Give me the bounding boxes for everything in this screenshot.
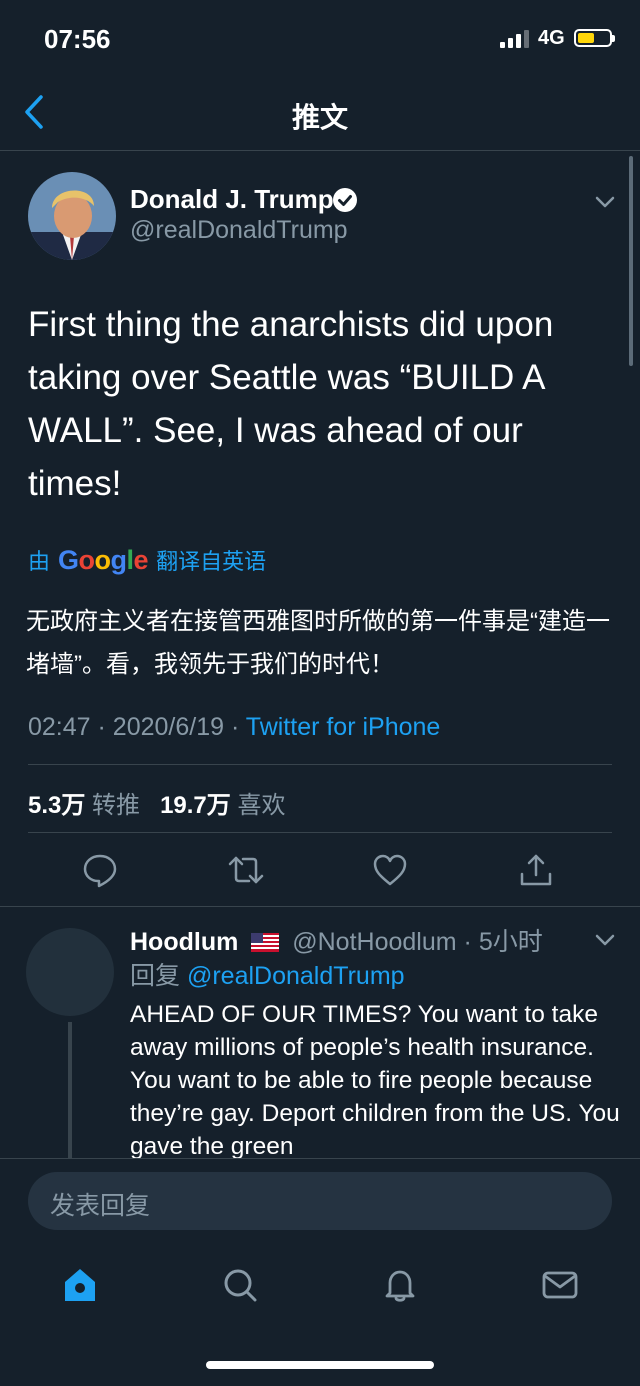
reply-avatar[interactable] bbox=[26, 928, 114, 1016]
reply-author-name[interactable]: Hoodlum bbox=[130, 928, 238, 956]
cellular-signal-icon bbox=[500, 30, 529, 48]
translation-suffix: 翻译自英语 bbox=[156, 549, 267, 574]
chevron-down-icon[interactable] bbox=[594, 194, 616, 210]
stats-divider bbox=[28, 832, 612, 833]
meta-divider bbox=[28, 764, 612, 765]
retweet-label[interactable]: 转推 bbox=[92, 792, 140, 819]
reply-context: 回复 @realDonaldTrump bbox=[130, 956, 405, 992]
reply-label: 回复 bbox=[130, 962, 181, 990]
translation-prefix: 由 bbox=[28, 549, 51, 574]
scrollbar[interactable] bbox=[629, 156, 633, 366]
tweet-source[interactable]: Twitter for iPhone bbox=[246, 713, 441, 741]
chevron-down-icon[interactable] bbox=[594, 932, 616, 948]
reply-composer[interactable]: 发表回复 bbox=[28, 1172, 612, 1230]
like-count[interactable]: 19.7万 bbox=[160, 792, 231, 819]
reply-mention[interactable]: @realDonaldTrump bbox=[187, 962, 405, 990]
us-flag-icon bbox=[251, 933, 280, 952]
thread-line bbox=[68, 1022, 72, 1162]
battery-icon bbox=[574, 29, 615, 47]
author-name[interactable]: Donald J. Trump bbox=[130, 184, 334, 215]
status-time: 07:56 bbox=[44, 24, 111, 54]
like-label[interactable]: 喜欢 bbox=[237, 792, 285, 819]
share-icon[interactable] bbox=[518, 852, 554, 888]
retweet-count[interactable]: 5.3万 bbox=[28, 792, 85, 819]
translated-text: 无政府主义者在接管西雅图时所做的第一件事是“建造一堵墙”。看，我领先于我们的时代… bbox=[26, 608, 610, 678]
comment-icon[interactable] bbox=[82, 852, 118, 888]
header-divider bbox=[0, 150, 640, 151]
tweet-meta: 02:47 · 2020/6/19 · Twitter for iPhone bbox=[28, 713, 441, 741]
mail-icon[interactable] bbox=[541, 1266, 579, 1304]
network-type: 4G bbox=[538, 27, 565, 49]
avatar[interactable] bbox=[28, 172, 116, 260]
search-icon[interactable] bbox=[221, 1266, 259, 1304]
retweet-icon[interactable] bbox=[228, 852, 264, 888]
composer-placeholder: 发表回复 bbox=[50, 1192, 151, 1220]
page-title: 推文 bbox=[291, 102, 348, 133]
heart-icon[interactable] bbox=[372, 852, 408, 888]
tweet-stats: 5.3万 转推 19.7万 喜欢 bbox=[28, 785, 285, 820]
reply-header: Hoodlum @NotHoodlum · 5小时 bbox=[130, 928, 543, 956]
author-handle[interactable]: @realDonaldTrump bbox=[130, 216, 348, 245]
verified-badge-icon bbox=[333, 188, 357, 212]
reply-text[interactable]: AHEAD OF OUR TIMES? You want to take awa… bbox=[130, 998, 620, 1158]
reply-time: 5小时 bbox=[478, 928, 543, 956]
bell-icon[interactable] bbox=[381, 1266, 419, 1304]
tweet-time: 02:47 bbox=[28, 713, 91, 741]
google-logo: Google bbox=[58, 544, 149, 575]
home-indicator[interactable] bbox=[206, 1361, 434, 1369]
tweet-text: First thing the anarchists did upon taki… bbox=[28, 305, 554, 503]
tweet-date: 2020/6/19 bbox=[112, 713, 225, 741]
reply-author-handle[interactable]: @NotHoodlum bbox=[292, 928, 456, 956]
tweet-divider bbox=[0, 906, 640, 907]
home-icon[interactable] bbox=[61, 1266, 99, 1304]
translation-attribution[interactable]: 由 Google 翻译自英语 bbox=[28, 544, 266, 576]
